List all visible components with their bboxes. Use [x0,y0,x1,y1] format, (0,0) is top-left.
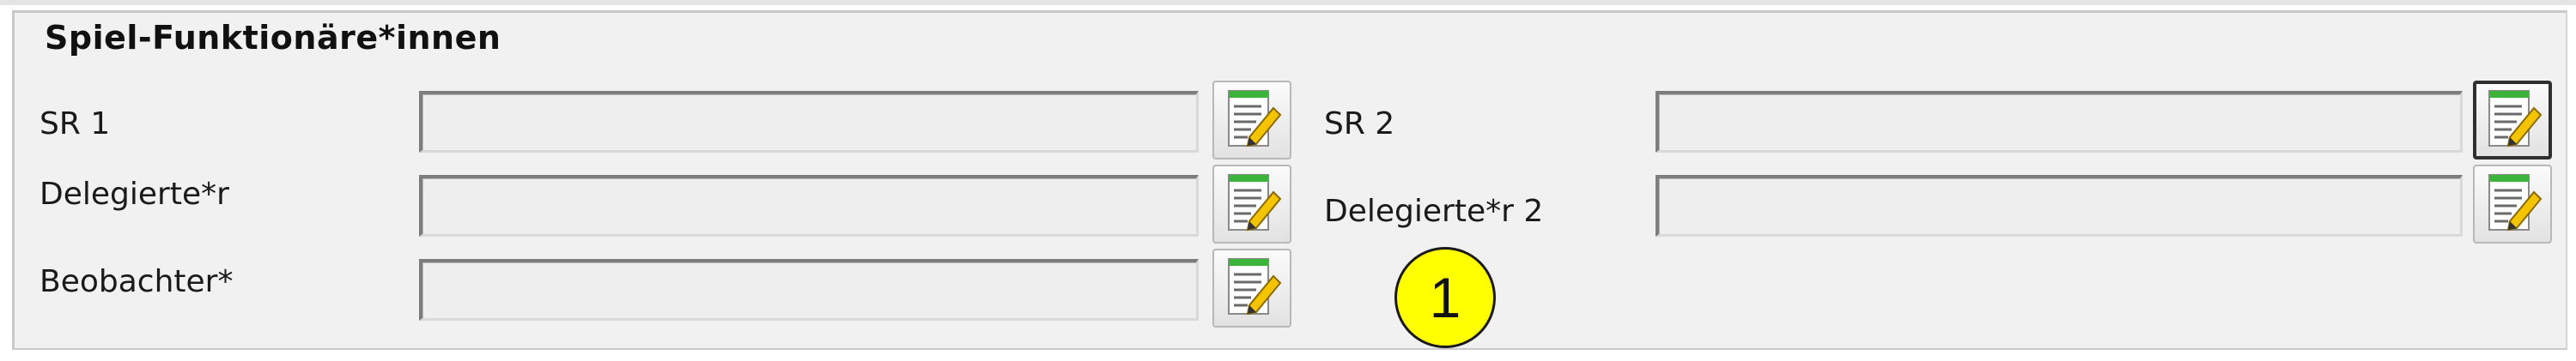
sr1-label: SR 1 [39,106,111,141]
edit-list-icon [1228,90,1282,147]
top-divider [0,0,2576,5]
observer-field[interactable] [419,259,1199,321]
edit-list-icon [2488,90,2543,147]
delegate2-field[interactable] [1656,175,2463,237]
delegate2-label: Delegierte*r 2 [1324,194,1544,229]
edit-list-icon [1228,258,1282,316]
observer-label: Beobachter* [39,264,234,299]
delegate1-edit-button[interactable] [1212,165,1291,244]
referee-form-screen: Spiel-Funktionäre*innen SR 1 SR 2 Delegi… [0,0,2576,361]
delegate1-field[interactable] [419,175,1199,237]
edit-list-icon [1228,174,1282,232]
sr2-edit-button[interactable] [2473,81,2552,159]
sr2-field[interactable] [1656,91,2463,153]
edit-list-icon [2488,174,2543,232]
sr2-label: SR 2 [1324,106,1395,141]
fieldset-legend: Spiel-Funktionäre*innen [36,19,510,57]
delegate2-edit-button[interactable] [2473,165,2552,244]
observer-edit-button[interactable] [1212,249,1291,328]
callout-marker: 1 [1394,247,1496,348]
sr1-field[interactable] [419,91,1199,153]
delegate1-label: Delegierte*r [39,177,229,212]
sr1-edit-button[interactable] [1212,81,1291,159]
